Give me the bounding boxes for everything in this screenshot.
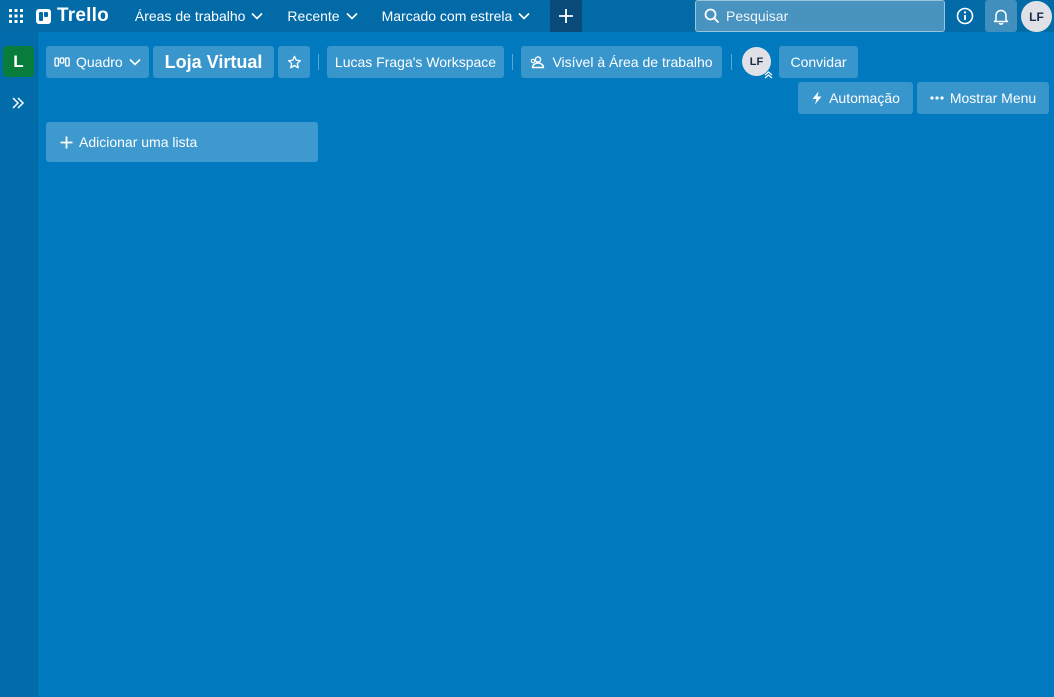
workspaces-menu-label: Áreas de trabalho — [134, 8, 246, 24]
header-divider — [318, 54, 319, 70]
workspace-button[interactable]: Lucas Fraga's Workspace — [327, 46, 504, 78]
workspace-badge[interactable]: L — [3, 46, 34, 77]
show-menu-label: Mostrar Menu — [949, 90, 1037, 106]
chevron-down-icon — [129, 58, 141, 66]
automation-label: Automação — [829, 90, 900, 106]
user-avatar[interactable]: LF — [1021, 1, 1052, 32]
lightning-icon — [811, 91, 823, 105]
expand-sidebar-button[interactable] — [6, 91, 30, 115]
board-view-switcher[interactable]: Quadro — [46, 46, 149, 78]
workspace-sidebar: L — [0, 32, 38, 697]
visibility-label: Visível à Área de trabalho — [552, 54, 713, 70]
notifications-button[interactable] — [985, 0, 1017, 32]
board-member-avatar[interactable]: LF — [742, 47, 773, 79]
info-button[interactable] — [949, 0, 981, 32]
visibility-button[interactable]: Visível à Área de trabalho — [521, 46, 722, 78]
double-chevron-right-icon — [11, 97, 25, 109]
search-input[interactable] — [726, 8, 926, 24]
starred-menu[interactable]: Marcado com estrela — [370, 0, 543, 32]
plus-icon — [60, 136, 73, 149]
add-list-button[interactable]: Adicionar uma lista — [46, 122, 318, 162]
show-menu-button[interactable]: Mostrar Menu — [917, 82, 1049, 114]
recent-menu-label: Recente — [287, 8, 340, 24]
chevron-down-icon — [518, 12, 530, 20]
chevron-down-icon — [346, 12, 358, 20]
add-list-label: Adicionar uma lista — [79, 134, 198, 150]
bell-icon — [993, 8, 1009, 25]
apps-switcher-button[interactable] — [0, 0, 32, 32]
board-title[interactable]: Loja Virtual — [153, 46, 274, 78]
header-divider — [512, 54, 513, 70]
plus-icon — [558, 8, 574, 24]
info-icon — [956, 7, 974, 25]
board-view-icon — [54, 56, 70, 68]
top-nav: Trello Áreas de trabalho Recente Marcado… — [0, 0, 1054, 32]
more-dots-icon — [930, 96, 944, 100]
trello-logo[interactable]: Trello — [32, 5, 123, 27]
search-box — [695, 0, 945, 32]
invite-button[interactable]: Convidar — [779, 46, 858, 78]
board-view-label: Quadro — [76, 54, 123, 70]
workspaces-menu[interactable]: Áreas de trabalho — [123, 0, 276, 32]
automation-button[interactable]: Automação — [798, 82, 913, 114]
member-initials: LF — [749, 55, 764, 68]
star-icon — [287, 55, 302, 70]
recent-menu[interactable]: Recente — [275, 0, 369, 32]
starred-menu-label: Marcado com estrela — [381, 8, 513, 24]
chevron-down-icon — [251, 12, 263, 20]
admin-chevron-icon — [764, 71, 773, 79]
trello-logo-icon — [36, 8, 51, 24]
header-divider — [731, 54, 732, 70]
star-board-button[interactable] — [278, 46, 310, 78]
grid-icon — [9, 9, 23, 23]
workspace-visibility-icon — [530, 55, 546, 69]
logo-text: Trello — [57, 5, 109, 26]
search-icon — [704, 8, 720, 24]
create-button[interactable] — [550, 0, 583, 32]
